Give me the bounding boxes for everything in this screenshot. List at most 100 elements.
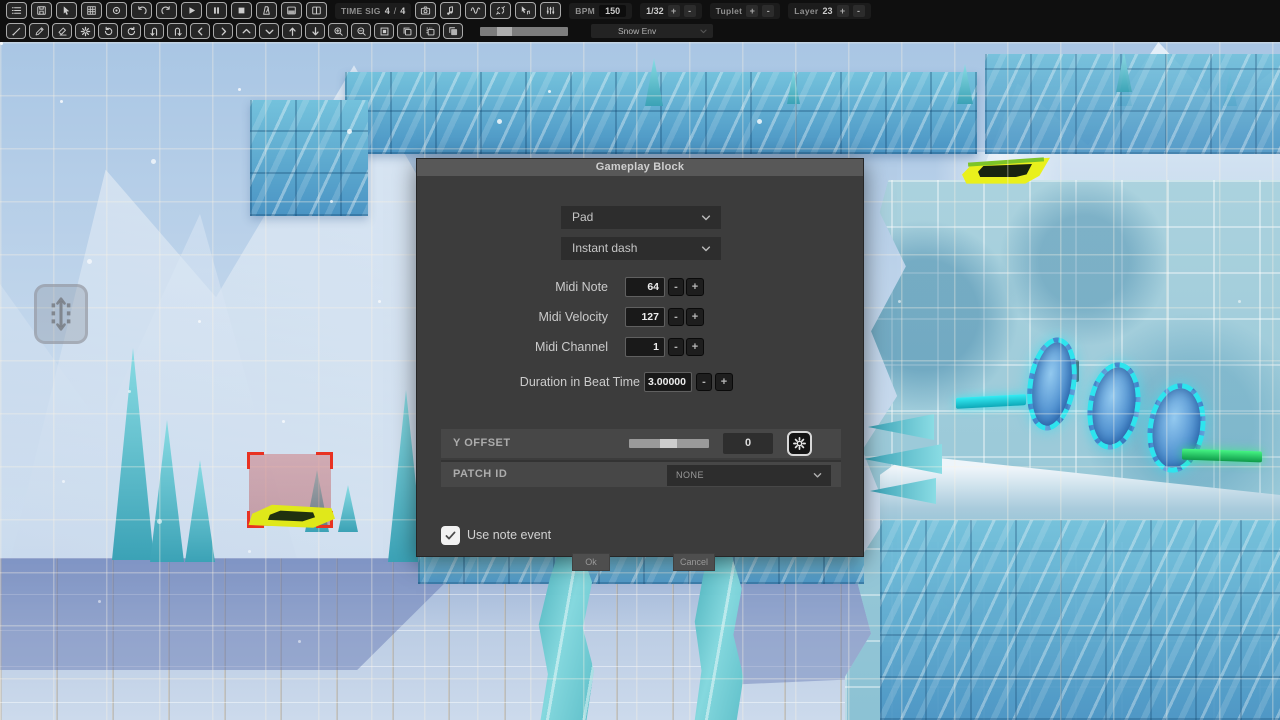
move-up-button[interactable] xyxy=(282,23,302,39)
undo-button[interactable] xyxy=(131,2,152,19)
layer-plus-button[interactable]: + xyxy=(837,5,849,17)
mixer-overlay-button[interactable] xyxy=(34,284,88,344)
redo-button[interactable] xyxy=(156,2,177,19)
tuplet-minus-button[interactable]: - xyxy=(762,5,774,17)
duration-plus-button[interactable]: + xyxy=(715,373,733,391)
duplicate-button[interactable] xyxy=(443,23,463,39)
y-offset-slider-handle[interactable] xyxy=(660,439,677,448)
midi-velocity-plus-button[interactable]: + xyxy=(686,308,704,326)
waveform-button[interactable] xyxy=(465,2,486,19)
selection-box-icon xyxy=(379,26,390,37)
cancel-button[interactable]: Cancel xyxy=(673,553,715,571)
toolbar-slider[interactable] xyxy=(480,27,568,36)
copy-icon xyxy=(402,26,413,37)
y-offset-settings-button[interactable] xyxy=(787,431,812,456)
division-minus-button[interactable]: - xyxy=(684,5,696,17)
nav-up-button[interactable] xyxy=(236,23,256,39)
midi-velocity-row: Midi Velocity 127 - + xyxy=(417,307,865,328)
division-panel: 1/32 + - xyxy=(640,3,702,19)
midi-note-minus-button[interactable]: - xyxy=(668,278,684,296)
ice-spike xyxy=(787,70,800,104)
zoom-in-button[interactable] xyxy=(328,23,348,39)
y-offset-value[interactable]: 0 xyxy=(723,433,773,454)
environment-dropdown[interactable]: Snow Env xyxy=(591,24,713,38)
midi-channel-plus-button[interactable]: + xyxy=(686,338,704,356)
pencil-tool-button[interactable] xyxy=(29,23,49,39)
u-turn-right-icon xyxy=(172,26,183,37)
list-button[interactable] xyxy=(6,2,27,19)
record-button[interactable] xyxy=(106,2,127,19)
midi-note-row: Midi Note 64 - + xyxy=(417,277,865,298)
slider-handle[interactable] xyxy=(497,27,512,36)
metronome-button[interactable] xyxy=(256,2,277,19)
move-down-button[interactable] xyxy=(305,23,325,39)
main-toolbar: TIME SIG 4 / 4 BPM 150 1/32 + - Tuplet xyxy=(0,0,1280,42)
save-button[interactable] xyxy=(31,2,52,19)
paste-button[interactable] xyxy=(420,23,440,39)
ok-button[interactable]: Ok xyxy=(572,553,610,571)
midi-velocity-field[interactable]: 127 xyxy=(625,307,665,327)
midi-note-plus-button[interactable]: + xyxy=(686,278,704,296)
nav-left-button[interactable] xyxy=(190,23,210,39)
toolbar-row-1: TIME SIG 4 / 4 BPM 150 1/32 + - Tuplet xyxy=(0,0,1280,21)
split-horizontal-button[interactable] xyxy=(281,2,302,19)
stop-button[interactable] xyxy=(231,2,252,19)
ice-block-band xyxy=(418,556,864,584)
duration-minus-button[interactable]: - xyxy=(696,373,712,391)
rotate-cw-button[interactable] xyxy=(121,23,141,39)
tuplet-plus-button[interactable]: + xyxy=(746,5,758,17)
midi-channel-field[interactable]: 1 xyxy=(625,337,665,357)
grid-button[interactable] xyxy=(81,2,102,19)
y-offset-label: Y OFFSET xyxy=(453,429,511,458)
midi-velocity-minus-button[interactable]: - xyxy=(668,308,684,326)
division-plus-button[interactable]: + xyxy=(668,5,680,17)
selection-corner xyxy=(247,452,264,469)
bpm-value[interactable]: 150 xyxy=(599,5,626,17)
zoom-out-button[interactable] xyxy=(351,23,371,39)
time-sig-numerator[interactable]: 4 xyxy=(385,6,390,16)
mixer-button[interactable] xyxy=(540,2,561,19)
duration-field[interactable]: 3.00000 xyxy=(644,372,692,392)
undo-icon xyxy=(136,5,147,16)
waveform-icon xyxy=(470,5,481,16)
rotate-ccw-button[interactable] xyxy=(98,23,118,39)
camera-icon xyxy=(420,5,431,16)
music-note-icon xyxy=(445,5,456,16)
y-offset-slider[interactable] xyxy=(629,439,709,448)
nav-down-button[interactable] xyxy=(259,23,279,39)
line-tool-button[interactable] xyxy=(6,23,26,39)
select-tool-button[interactable] xyxy=(56,2,77,19)
patch-id-row: PATCH ID NONE xyxy=(441,460,841,487)
pause-button[interactable] xyxy=(206,2,227,19)
block-type-dropdown[interactable]: Pad xyxy=(561,206,721,229)
time-sig-separator: / xyxy=(394,6,397,16)
u-turn-right-button[interactable] xyxy=(167,23,187,39)
loop-button[interactable] xyxy=(490,2,511,19)
use-note-event-checkbox[interactable] xyxy=(441,526,460,545)
midi-channel-minus-button[interactable]: - xyxy=(668,338,684,356)
camera-button[interactable] xyxy=(415,2,436,19)
layer-minus-button[interactable]: - xyxy=(853,5,865,17)
midi-note-field[interactable]: 64 xyxy=(625,277,665,297)
note-cursor-button[interactable] xyxy=(515,2,536,19)
note-button[interactable] xyxy=(440,2,461,19)
time-sig-panel: TIME SIG 4 / 4 xyxy=(335,3,411,19)
play-button[interactable] xyxy=(181,2,202,19)
u-turn-left-button[interactable] xyxy=(144,23,164,39)
settings-button[interactable] xyxy=(75,23,95,39)
division-value[interactable]: 1/32 xyxy=(646,6,664,16)
chevron-up-icon xyxy=(241,26,252,37)
selection-box-button[interactable] xyxy=(374,23,394,39)
copy-button[interactable] xyxy=(397,23,417,39)
time-sig-denominator[interactable]: 4 xyxy=(400,6,405,16)
note-cursor-icon xyxy=(520,5,531,16)
play-icon xyxy=(186,5,197,16)
nav-right-button[interactable] xyxy=(213,23,233,39)
patch-id-dropdown[interactable]: NONE xyxy=(667,465,831,486)
chevron-down-icon xyxy=(700,212,712,224)
block-behavior-dropdown[interactable]: Instant dash xyxy=(561,237,721,260)
layer-value[interactable]: 23 xyxy=(822,6,832,16)
eraser-tool-button[interactable] xyxy=(52,23,72,39)
ice-block-ceiling xyxy=(345,72,977,154)
split-vertical-button[interactable] xyxy=(306,2,327,19)
